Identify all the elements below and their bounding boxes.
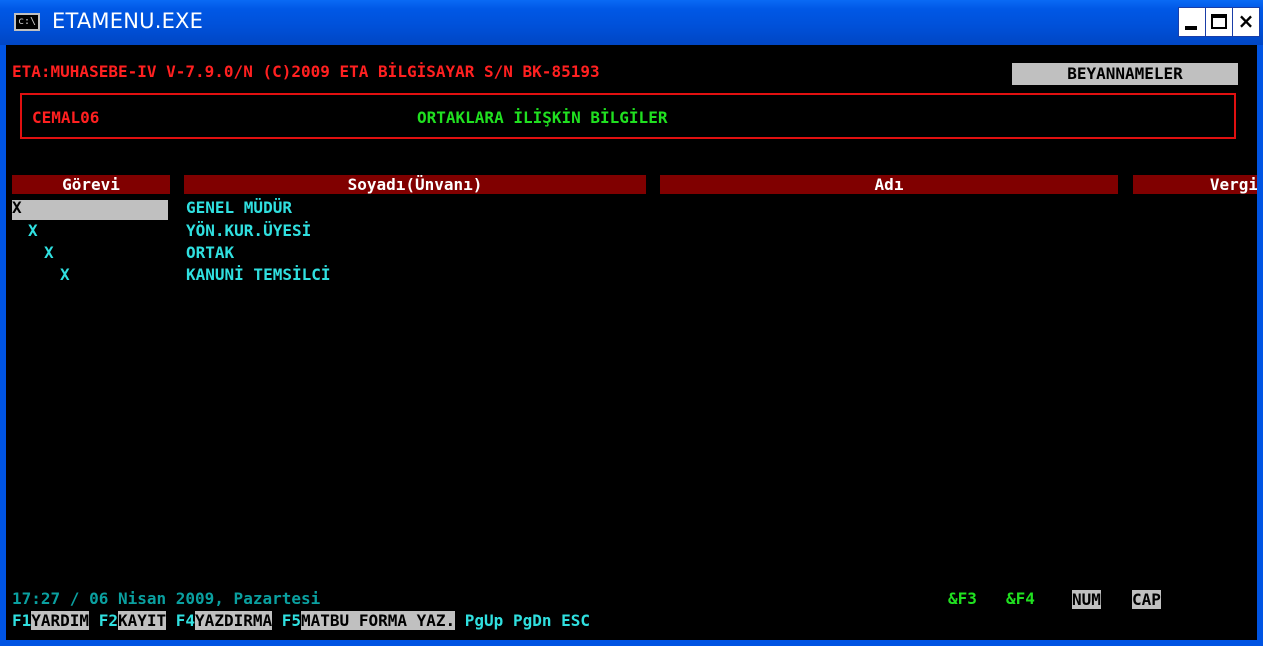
role-mark[interactable]: X (12, 197, 22, 219)
fkey-f1[interactable]: F1YARDIM (12, 611, 90, 630)
selected-row-highlight (12, 200, 168, 220)
fkey-f4[interactable]: F4YAZDIRMA (175, 611, 273, 630)
fkey-label: YAZDIRMA (195, 611, 273, 630)
role-option-genel-mudur[interactable]: GENEL MÜDÜR (186, 197, 292, 219)
console-icon[interactable]: c:\ (14, 13, 40, 31)
column-header-soyadi: Soyadı(Ünvanı) (184, 175, 646, 194)
role-option-kanuni-temsilci[interactable]: KANUNİ TEMSİLCİ (186, 264, 331, 286)
console-window: c:\ ETAMENU.EXE × ETA:MUHASEBE-IV V-7.9.… (0, 0, 1263, 646)
caps-lock-indicator: CAP (1132, 590, 1161, 609)
fkey-key: F1 (12, 611, 32, 630)
column-header-gorevi: Görevi (12, 175, 170, 194)
form-title: ORTAKLARA İLİŞKİN BİLGİLER (417, 108, 668, 127)
company-code: CEMAL06 (32, 108, 100, 127)
role-mark[interactable]: X (60, 264, 70, 286)
role-mark[interactable]: X (44, 242, 54, 264)
console-screen[interactable]: ETA:MUHASEBE-IV V-7.9.0/N (C)2009 ETA Bİ… (6, 45, 1257, 640)
hotkey-shift-f4: &F4 (1006, 589, 1035, 608)
column-header-vergi: Vergi (1133, 175, 1257, 194)
fkey-f5[interactable]: F5MATBU FORMA YAZ. (281, 611, 456, 630)
function-key-bar: F1YARDIM F2KAYIT F4YAZDIRMA F5MATBU FORM… (12, 610, 590, 632)
fkey-label: MATBU FORMA YAZ. (301, 611, 456, 630)
fkey-esc[interactable]: ESC (561, 611, 590, 630)
fkey-label: KAYIT (117, 611, 167, 630)
maximize-button[interactable] (1205, 7, 1233, 37)
column-header-adi: Adı (660, 175, 1118, 194)
role-mark[interactable]: X (28, 220, 38, 242)
fkey-label: YARDIM (31, 611, 90, 630)
fkey-key: F4 (175, 611, 196, 630)
status-datetime: 17:27 / 06 Nisan 2009, Pazartesi (12, 589, 321, 608)
minimize-button[interactable] (1178, 7, 1206, 37)
role-option-yon-kur-uyesi[interactable]: YÖN.KUR.ÜYESİ (186, 220, 311, 242)
fkey-key: F2 (98, 611, 118, 630)
section-badge: BEYANNAMELER (1012, 63, 1238, 85)
fkey-f2[interactable]: F2KAYIT (98, 611, 167, 630)
fkey-pgup[interactable]: PgUp (465, 611, 504, 630)
role-option-ortak[interactable]: ORTAK (186, 242, 234, 264)
window-title: ETAMENU.EXE (52, 9, 204, 33)
fkey-key: F5 (281, 611, 302, 630)
close-button[interactable]: × (1232, 7, 1260, 37)
hotkey-shift-f3: &F3 (948, 589, 977, 608)
fkey-pgdn[interactable]: PgDn (513, 611, 552, 630)
num-lock-indicator: NUM (1072, 590, 1101, 609)
program-banner: ETA:MUHASEBE-IV V-7.9.0/N (C)2009 ETA Bİ… (12, 62, 600, 81)
title-bar[interactable]: c:\ ETAMENU.EXE × (0, 0, 1263, 45)
